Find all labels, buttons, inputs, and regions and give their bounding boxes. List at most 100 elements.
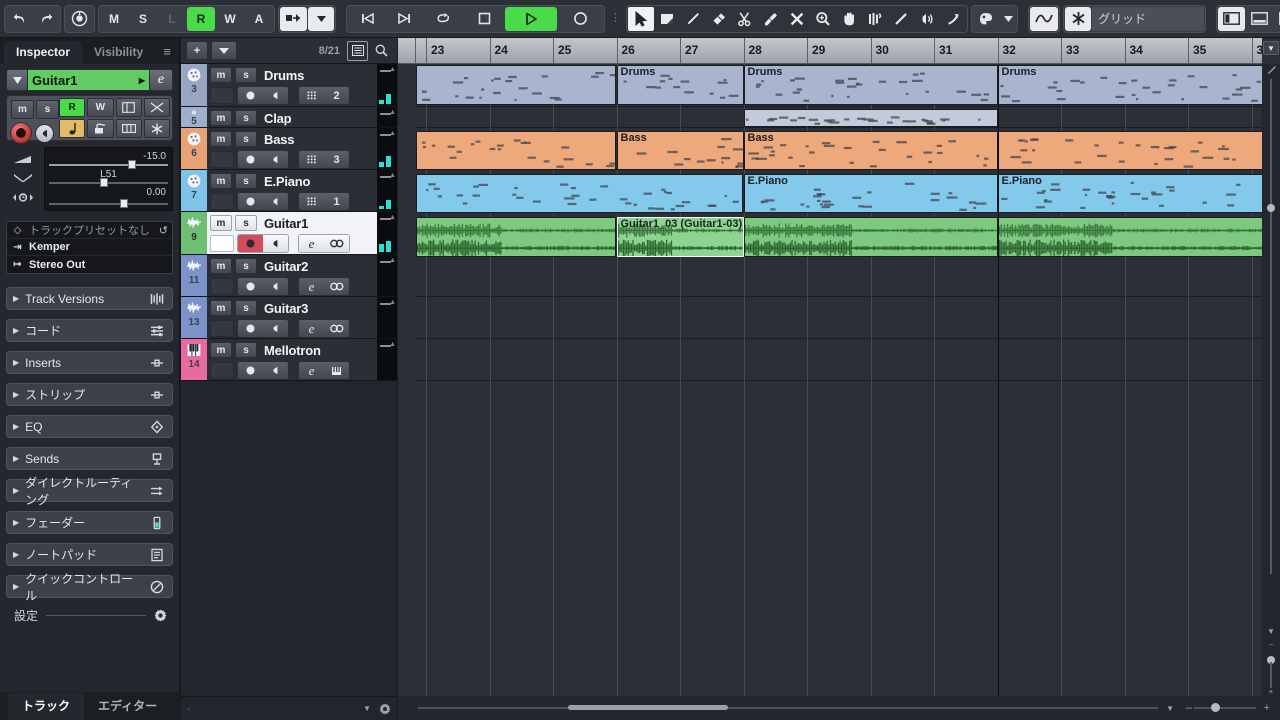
track-mute-button[interactable]: m bbox=[210, 215, 232, 231]
input-routing-row[interactable]: ⇥ Kemper bbox=[7, 239, 172, 256]
delay-row[interactable]: 0.00 bbox=[49, 187, 168, 208]
track-record-button[interactable] bbox=[238, 235, 263, 252]
clip-bass[interactable]: Bass bbox=[616, 131, 744, 170]
inspector-menu-icon[interactable]: ≡ bbox=[155, 44, 179, 64]
track-link-icon[interactable] bbox=[324, 320, 349, 337]
section-notepad[interactable]: ▶ ノートパッド bbox=[6, 543, 173, 566]
clip-e-piano[interactable]: E.Piano bbox=[997, 174, 1262, 213]
track-edit-slot[interactable] bbox=[210, 320, 234, 337]
track-record-button[interactable] bbox=[238, 87, 263, 104]
redo-button[interactable] bbox=[33, 6, 59, 31]
hscroll-dropdown-icon[interactable]: ▼ bbox=[1166, 704, 1174, 713]
track-record-button[interactable] bbox=[238, 362, 263, 379]
line-icon[interactable] bbox=[888, 7, 914, 31]
track-link-icon[interactable] bbox=[324, 278, 349, 295]
ruler-dropdown-icon[interactable]: ▼ bbox=[1263, 41, 1279, 55]
track-color-strip[interactable]: 9 bbox=[181, 212, 207, 254]
go-to-end-button[interactable] bbox=[386, 6, 422, 31]
time-warp-icon[interactable] bbox=[862, 7, 888, 31]
section-sends[interactable]: ▶ Sends bbox=[6, 447, 173, 470]
track-solo-button[interactable]: s bbox=[235, 173, 257, 189]
track-color-strip[interactable]: 6 bbox=[181, 128, 207, 169]
track-mute-button[interactable]: m bbox=[210, 173, 232, 189]
section-quick-controls[interactable]: ▶ クイックコントロール bbox=[6, 572, 173, 603]
show-left-zone-button[interactable] bbox=[1218, 6, 1245, 31]
track-row-clap[interactable]: 5 m s Clap ▲ bbox=[181, 107, 397, 128]
track-row-guitar2[interactable]: 11 m s Guitar2 e ▲ bbox=[181, 255, 397, 297]
erase-icon[interactable] bbox=[706, 7, 732, 31]
clip-bass[interactable] bbox=[416, 131, 617, 170]
track-fold-arrow-icon[interactable]: ▲ bbox=[389, 130, 396, 137]
freeze-snowflake-icon[interactable] bbox=[143, 119, 170, 138]
lane-guitar3[interactable] bbox=[416, 297, 1262, 339]
tab-visibility[interactable]: Visibility bbox=[82, 41, 155, 64]
track-monitor-button[interactable] bbox=[263, 235, 288, 252]
clip-drums[interactable]: Drums bbox=[616, 65, 744, 105]
tab-editor[interactable]: エディター bbox=[84, 693, 171, 720]
inspector-mute-button[interactable]: m bbox=[11, 100, 34, 119]
snap-toggle-icon[interactable] bbox=[1030, 6, 1058, 31]
timeline-ruler[interactable]: 23 24 25 26 27 28 29 30 31 32 33 34 35 36 bbox=[416, 38, 1262, 64]
track-search-icon[interactable] bbox=[371, 41, 392, 61]
section-expand-arrow-icon[interactable]: ▶ bbox=[13, 582, 19, 591]
clip-guitar1[interactable]: Guitar1_03 (Guitar1-03) bbox=[616, 217, 744, 257]
track-solo-button[interactable]: s bbox=[235, 110, 257, 126]
send-icon[interactable] bbox=[148, 450, 166, 468]
section-strip[interactable]: ▶ ストリップ bbox=[6, 383, 173, 406]
inspector-write-automation-button[interactable]: W bbox=[87, 98, 114, 117]
crossfade-icon[interactable] bbox=[143, 98, 170, 117]
eq-icon[interactable] bbox=[148, 418, 166, 436]
section-inserts[interactable]: ▶ Inserts bbox=[6, 351, 173, 374]
insert-icon[interactable] bbox=[148, 386, 166, 404]
track-record-button[interactable] bbox=[238, 278, 263, 295]
horizontal-scrollbar[interactable]: ▼ – + bbox=[398, 696, 1280, 720]
section-eq[interactable]: ▶ EQ bbox=[6, 415, 173, 438]
track-edit-slot[interactable] bbox=[210, 278, 234, 295]
record-button[interactable] bbox=[558, 6, 602, 31]
clip-clap[interactable] bbox=[743, 109, 998, 127]
clip-e-piano[interactable]: E.Piano bbox=[743, 174, 998, 213]
delete-icon[interactable] bbox=[784, 7, 810, 31]
track-channel-value[interactable]: 1 bbox=[324, 193, 349, 210]
track-link-icon[interactable] bbox=[324, 235, 349, 252]
all-automation-button[interactable]: A bbox=[245, 6, 273, 31]
track-monitor-button[interactable] bbox=[263, 151, 288, 168]
edit-channel-settings-button[interactable]: e bbox=[149, 69, 173, 91]
track-color-strip[interactable]: 5 bbox=[181, 107, 207, 127]
section-expand-arrow-icon[interactable]: ▶ bbox=[13, 326, 19, 335]
solo-automation-button[interactable]: S bbox=[129, 6, 157, 31]
track-monitor-button[interactable] bbox=[263, 362, 288, 379]
track-monitor-button[interactable] bbox=[263, 320, 288, 337]
track-list-button[interactable] bbox=[347, 40, 368, 61]
track-color-strip[interactable]: 3 bbox=[181, 64, 207, 106]
track-preset-row[interactable]: ◇ トラックプリセットなし ↺ bbox=[7, 222, 172, 239]
track-mute-button[interactable]: m bbox=[210, 110, 232, 126]
reset-preset-icon[interactable]: ↺ bbox=[159, 224, 168, 237]
empty-arrange-area[interactable] bbox=[416, 381, 1262, 712]
track-edit-slot[interactable] bbox=[210, 151, 234, 168]
auto-fades-dropdown[interactable] bbox=[308, 6, 334, 31]
draw-icon[interactable] bbox=[680, 7, 706, 31]
color-picker-icon[interactable] bbox=[973, 6, 999, 31]
show-lower-zone-button[interactable] bbox=[1246, 6, 1273, 31]
track-fold-arrow-icon[interactable]: ▲ bbox=[389, 341, 396, 348]
pan-knob[interactable] bbox=[100, 178, 109, 187]
tab-inspector[interactable]: Inspector bbox=[4, 41, 83, 64]
track-solo-button[interactable]: s bbox=[235, 258, 257, 274]
volume-row[interactable]: -15.0 bbox=[49, 151, 168, 169]
musical-mode-icon[interactable] bbox=[59, 119, 86, 138]
track-mute-button[interactable]: m bbox=[210, 300, 232, 316]
play-icon[interactable] bbox=[914, 7, 940, 31]
clip-drums[interactable]: Drums bbox=[743, 65, 998, 105]
undo-button[interactable] bbox=[6, 6, 32, 31]
track-fold-arrow-icon[interactable]: ▲ bbox=[389, 172, 396, 179]
clip-guitar1[interactable] bbox=[416, 217, 617, 257]
vscroll-pencil-icon[interactable] bbox=[1262, 64, 1280, 77]
settings-gear-icon[interactable] bbox=[154, 609, 167, 622]
track-list-menu-button[interactable] bbox=[211, 41, 237, 60]
clip-bass[interactable] bbox=[997, 131, 1262, 170]
write-automation-button[interactable]: W bbox=[216, 6, 244, 31]
delay-knob[interactable] bbox=[120, 199, 129, 208]
color-menu-dropdown[interactable] bbox=[1000, 6, 1016, 31]
section-expand-arrow-icon[interactable]: ▶ bbox=[13, 422, 19, 431]
